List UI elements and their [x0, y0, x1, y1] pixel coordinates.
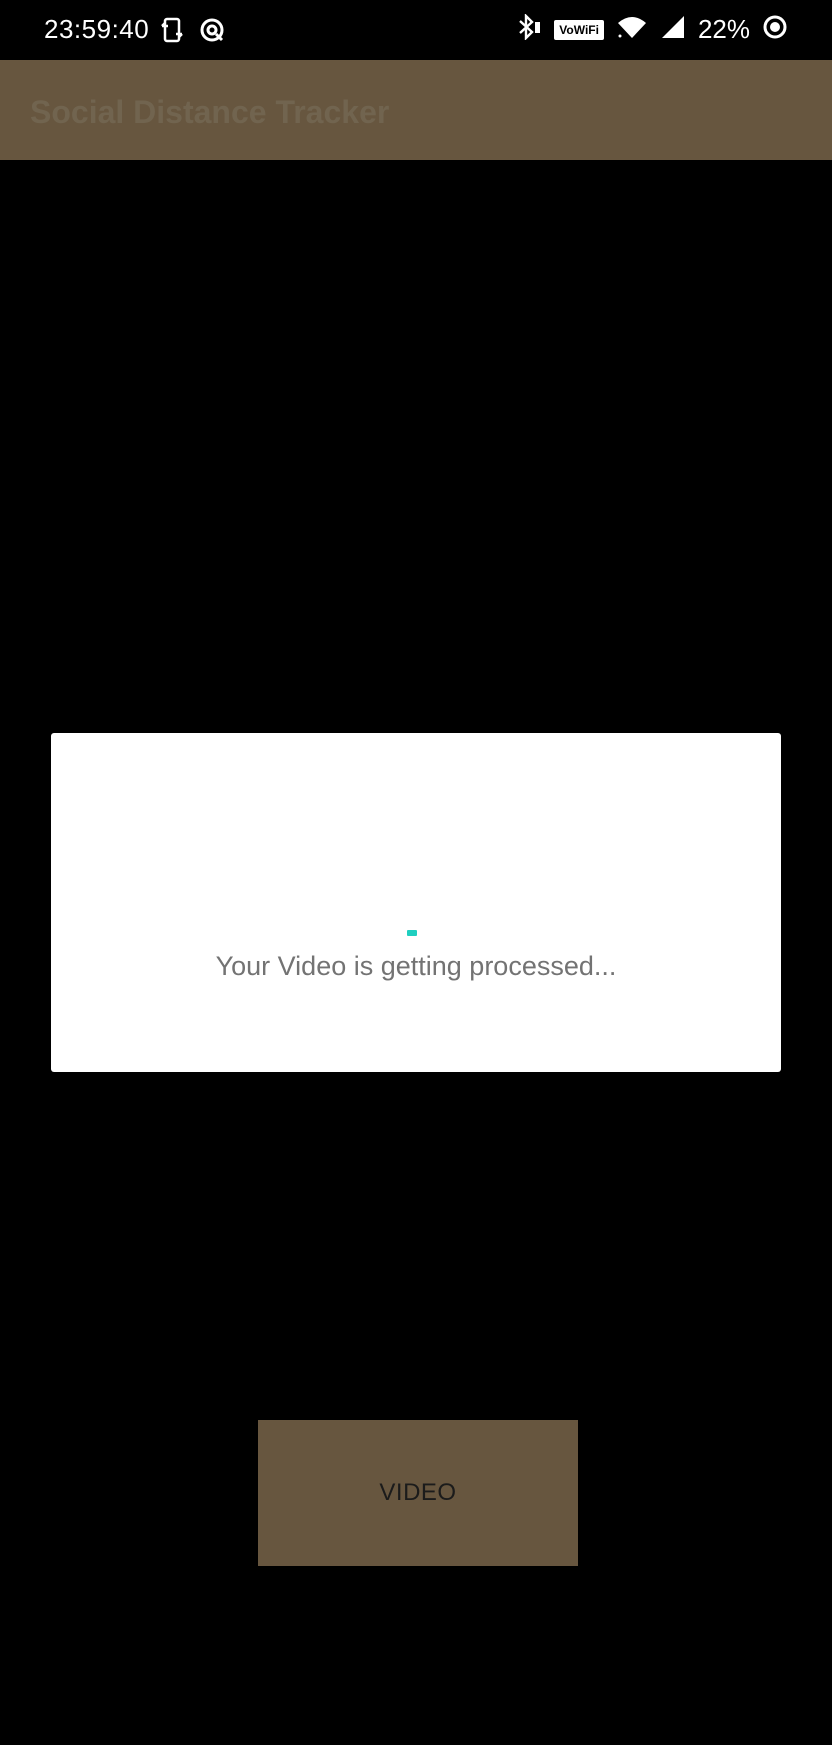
bluetooth-icon [516, 13, 542, 45]
signal-icon [660, 14, 686, 45]
status-left-icons [160, 16, 226, 49]
battery-saver-icon [762, 14, 788, 45]
status-bar: 23:59:40 VoWiFi 22% [0, 0, 832, 60]
status-time: 23:59:40 [44, 14, 150, 44]
vowifi-badge: VoWiFi [554, 19, 604, 40]
app-title: Social Distance Tracker [30, 94, 390, 130]
status-right-icons: VoWiFi 22% [516, 13, 788, 45]
dialog-message: Your Video is getting processed... [215, 951, 617, 981]
screen: 23:59:40 VoWiFi 22% Social Distance Trac… [0, 0, 832, 1745]
progress-dialog: Your Video is getting processed... [51, 733, 781, 1072]
data-saver-icon [198, 16, 226, 49]
battery-percentage: 22% [697, 14, 750, 44]
app-bar: Social Distance Tracker [0, 60, 832, 160]
wifi-icon [616, 14, 648, 45]
progress-spinner [407, 930, 417, 936]
sync-icon [160, 16, 184, 49]
video-button[interactable]: VIDEO [258, 1420, 578, 1566]
